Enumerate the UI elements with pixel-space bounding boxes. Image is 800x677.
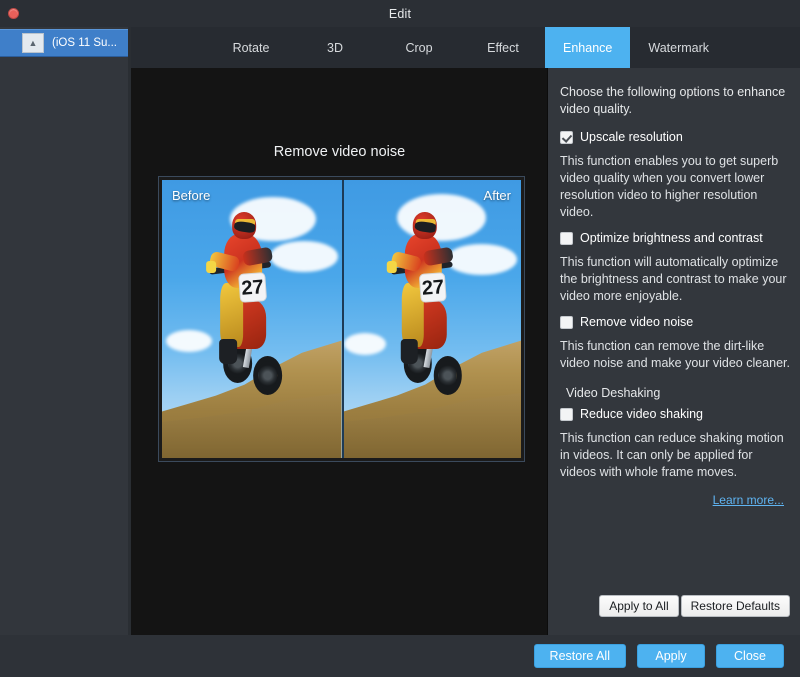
preview-pane-before: 27 Before	[162, 180, 342, 458]
number-plate-value: 27	[241, 277, 265, 299]
front-wheel	[253, 356, 282, 395]
file-list-item-label: (iOS 11 Su...	[52, 37, 117, 49]
learn-more-link[interactable]: Learn more...	[713, 493, 784, 507]
tab-effect[interactable]: Effect	[461, 27, 545, 68]
rider-figure: 27	[375, 202, 485, 447]
preview-panel: Remove video noise	[131, 68, 548, 635]
video-file-icon: ▲	[22, 33, 44, 53]
option-reduce-shaking[interactable]: Reduce video shaking	[560, 407, 790, 422]
window-footer: Restore All Apply Close	[0, 635, 800, 677]
before-after-compare: 27 Before	[162, 180, 521, 458]
option-label: Optimize brightness and contrast	[580, 231, 763, 246]
front-wheel	[433, 356, 462, 395]
before-label: Before	[172, 188, 210, 203]
checkbox-reduce-video-shaking[interactable]	[560, 408, 573, 421]
number-plate: 27	[239, 272, 268, 303]
checkbox-optimize-brightness[interactable]	[560, 232, 573, 245]
number-plate: 27	[419, 272, 447, 303]
option-label: Upscale resolution	[580, 130, 683, 145]
enhance-options-panel: Choose the following options to enhance …	[548, 68, 800, 635]
close-button[interactable]: Close	[716, 644, 784, 668]
option-remove-noise[interactable]: Remove video noise	[560, 315, 790, 330]
tab-crop[interactable]: Crop	[377, 27, 461, 68]
checkbox-upscale-resolution[interactable]	[560, 131, 573, 144]
apply-to-all-button[interactable]: Apply to All	[599, 595, 678, 617]
before-after-frame: 27 Before	[158, 176, 525, 462]
option-upscale-resolution[interactable]: Upscale resolution	[560, 130, 790, 145]
number-plate-value: 27	[422, 277, 446, 299]
after-label: After	[484, 188, 511, 203]
window-title: Edit	[389, 7, 411, 21]
preview-title: Remove video noise	[131, 144, 548, 160]
rider-glove	[206, 261, 216, 273]
option-description-noise: This function can remove the dirt-like v…	[560, 338, 790, 372]
tab-watermark[interactable]: Watermark	[630, 27, 727, 68]
option-description-brightness: This function will automatically optimiz…	[560, 254, 790, 305]
window-titlebar: Edit	[0, 0, 800, 27]
restore-all-button[interactable]: Restore All	[534, 644, 626, 668]
close-circle-icon[interactable]	[8, 8, 19, 19]
edit-tabbar: Rotate 3D Crop Effect Enhance Watermark	[131, 27, 800, 68]
option-description-upscale: This function enables you to get superb …	[560, 153, 790, 221]
tabbar-spacer	[131, 27, 209, 68]
preview-pane-after: 27 After	[342, 180, 522, 458]
rider-figure: 27	[194, 202, 305, 447]
tab-3d[interactable]: 3D	[293, 27, 377, 68]
panel-button-row: Apply to All Restore Defaults	[548, 595, 800, 617]
file-list-panel: ▲ (iOS 11 Su...	[0, 27, 131, 677]
option-label: Reduce video shaking	[580, 407, 703, 422]
rider-boot	[219, 339, 237, 363]
rider-boot	[400, 339, 418, 363]
motocross-scene-before: 27	[162, 180, 342, 458]
apply-button[interactable]: Apply	[637, 644, 705, 668]
edit-window: Edit ▲ (iOS 11 Su... Rotate 3D Crop Effe…	[0, 0, 800, 677]
tab-rotate[interactable]: Rotate	[209, 27, 293, 68]
restore-defaults-button[interactable]: Restore Defaults	[681, 595, 790, 617]
rider-glove	[387, 261, 397, 273]
tab-enhance[interactable]: Enhance	[545, 27, 630, 68]
checkbox-remove-video-noise[interactable]	[560, 316, 573, 329]
option-optimize-brightness[interactable]: Optimize brightness and contrast	[560, 231, 790, 246]
option-label: Remove video noise	[580, 315, 693, 330]
motocross-scene-after: 27	[344, 180, 522, 458]
options-intro-text: Choose the following options to enhance …	[560, 84, 790, 118]
learn-more-wrapper: Learn more...	[560, 491, 790, 509]
file-list-item[interactable]: ▲ (iOS 11 Su...	[0, 29, 128, 57]
option-description-deshaking: This function can reduce shaking motion …	[560, 430, 790, 481]
section-heading-video-deshaking: Video Deshaking	[566, 386, 790, 400]
